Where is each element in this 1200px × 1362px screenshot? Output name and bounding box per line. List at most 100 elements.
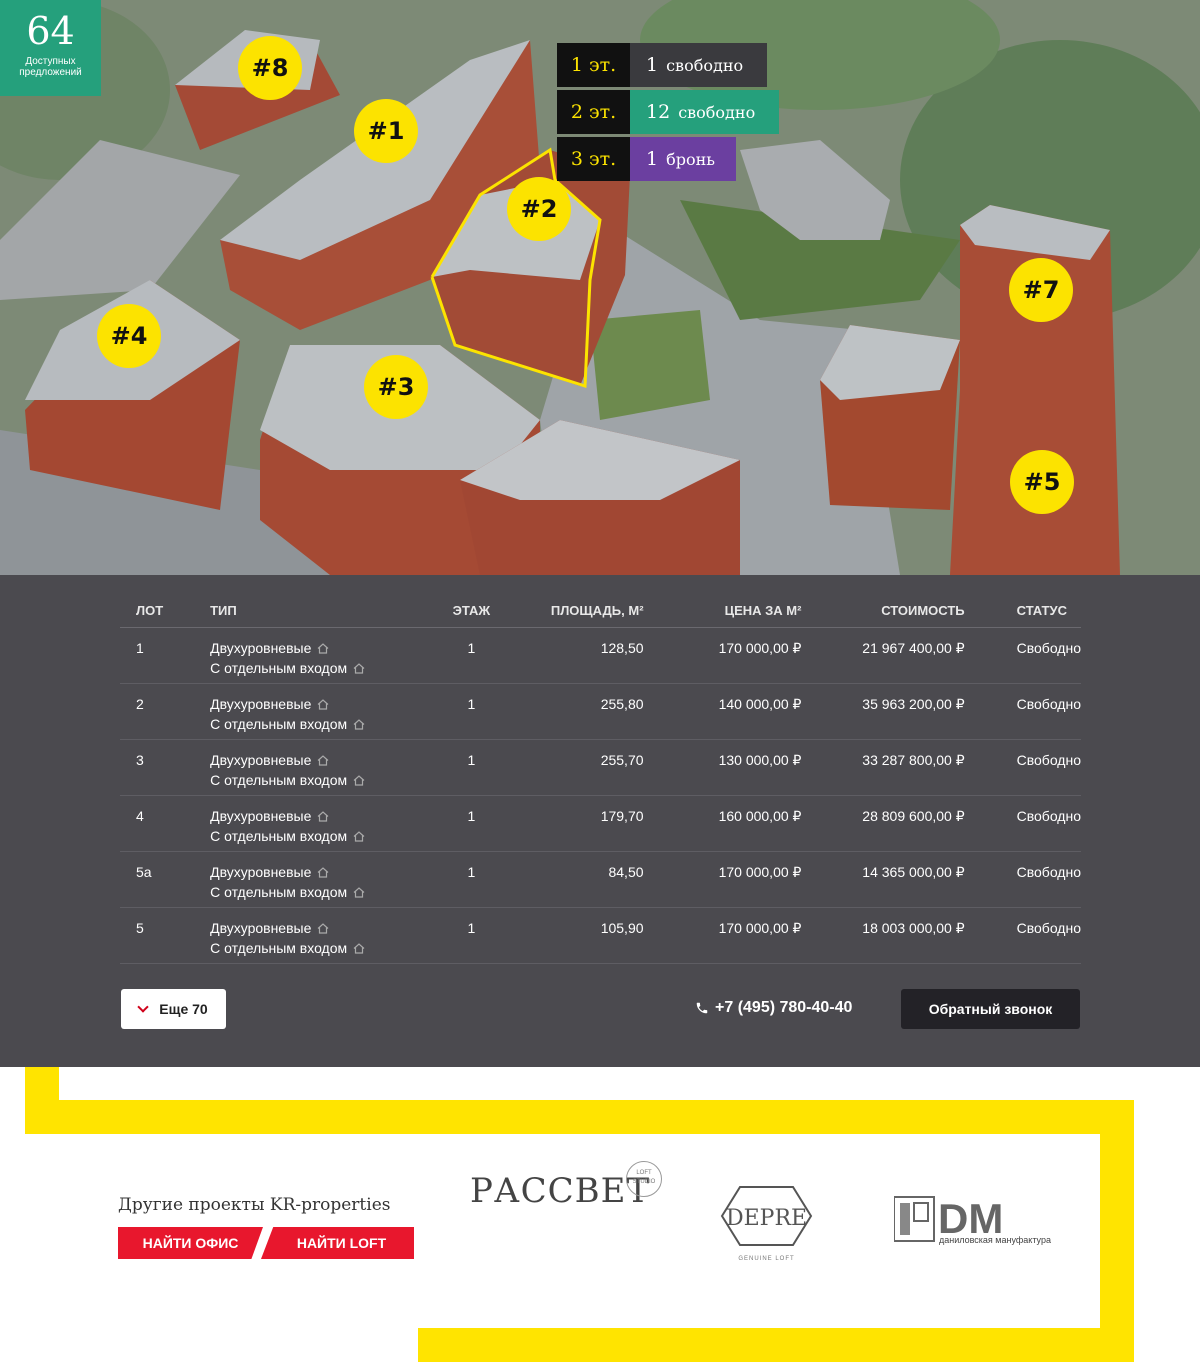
- building-marker-5[interactable]: #5: [1010, 450, 1074, 514]
- table-row[interactable]: 2 Двухуровневые С отдельным входом 1 255,80 1…: [120, 683, 1081, 740]
- cell-cost: 18 003 000,00 ₽: [801, 907, 965, 964]
- floor-row-3[interactable]: 3 эт. 1 бронь: [557, 137, 779, 181]
- floor-status: 12 свободно: [630, 90, 779, 134]
- cell-type: Двухуровневые С отдельным входом: [210, 627, 433, 684]
- type-line-2: С отдельным входом: [210, 938, 433, 958]
- cell-price: 170 000,00 ₽: [643, 627, 802, 684]
- cell-area: 84,50: [510, 851, 644, 908]
- floor-row-1[interactable]: 1 эт. 1 свободно: [557, 43, 779, 87]
- header-price[interactable]: ЦЕНА ЗА М²: [643, 598, 802, 628]
- table-row[interactable]: 5 Двухуровневые С отдельным входом 1 105,90 1…: [120, 907, 1081, 964]
- building-marker-8[interactable]: #8: [238, 36, 302, 100]
- cell-lot: 1: [120, 627, 211, 684]
- header-area[interactable]: ПЛОЩАДЬ, М²: [510, 598, 644, 628]
- cell-lot: 3: [120, 739, 211, 796]
- complex-aerial-view: 64 Доступных предложений #8 #1 #2 #7 #4 …: [0, 0, 1200, 575]
- table-row[interactable]: 4 Двухуровневые С отдельным входом 1 179,70 1…: [120, 795, 1081, 852]
- floor-row-2[interactable]: 2 эт. 12 свободно: [557, 90, 779, 134]
- type-line-1: Двухуровневые: [210, 694, 433, 714]
- entrance-icon: [353, 827, 365, 842]
- show-more-button[interactable]: Еще 70: [121, 989, 226, 1029]
- building-marker-1[interactable]: #1: [354, 99, 418, 163]
- yellow-frame-decoration: [25, 1100, 1134, 1134]
- building-marker-4[interactable]: #4: [97, 304, 161, 368]
- type-line-1: Двухуровневые: [210, 918, 433, 938]
- cell-cost: 14 365 000,00 ₽: [801, 851, 965, 908]
- cell-cost: 33 287 800,00 ₽: [801, 739, 965, 796]
- table-header-row: ЛОТ ТИП ЭТАЖ ПЛОЩАДЬ, М² ЦЕНА ЗА М² СТОИ…: [120, 598, 1081, 628]
- table-row[interactable]: 1 Двухуровневые С отдельным входом 1 128,50 1…: [120, 627, 1081, 684]
- cell-area: 105,90: [510, 907, 644, 964]
- offers-count: 64: [26, 9, 75, 53]
- cell-type: Двухуровневые С отдельным входом: [210, 907, 433, 964]
- building-marker-7[interactable]: #7: [1009, 258, 1073, 322]
- entrance-icon: [353, 883, 365, 898]
- cell-cost: 35 963 200,00 ₽: [801, 683, 965, 740]
- depre-logo[interactable]: DEPRE GENUINE LOFT: [720, 1185, 813, 1262]
- header-type[interactable]: ТИП: [210, 598, 433, 628]
- header-lot[interactable]: ЛОТ: [120, 598, 211, 628]
- type-line-1: Двухуровневые: [210, 638, 433, 658]
- cell-area: 179,70: [510, 795, 644, 852]
- duplex-icon: [317, 751, 329, 766]
- cell-status: Свободно: [964, 739, 1081, 796]
- lots-table-section: ЛОТ ТИП ЭТАЖ ПЛОЩАДЬ, М² ЦЕНА ЗА М² СТОИ…: [0, 575, 1200, 1067]
- floor-number: 1 эт.: [557, 43, 630, 87]
- building-marker-2[interactable]: #2: [507, 177, 571, 241]
- floor-status-text: свободно: [666, 55, 744, 75]
- floor-count: 1: [646, 148, 659, 170]
- cell-floor: 1: [432, 851, 511, 908]
- chevron-down-icon: [137, 1000, 149, 1013]
- cell-lot: 5: [120, 907, 211, 964]
- cell-type: Двухуровневые С отдельным входом: [210, 739, 433, 796]
- entrance-icon: [353, 659, 365, 674]
- table-row[interactable]: 5а Двухуровневые С отдельным входом 1 84,50 1…: [120, 851, 1081, 908]
- phone-link[interactable]: +7 (495) 780-40-40: [695, 999, 852, 1017]
- header-floor[interactable]: ЭТАЖ: [432, 598, 511, 628]
- other-projects-title: Другие проекты KR-properties: [118, 1195, 391, 1215]
- cell-lot: 5а: [120, 851, 211, 908]
- offers-label: Доступных предложений: [19, 56, 82, 78]
- floor-number: 3 эт.: [557, 137, 630, 181]
- depre-hexagon-icon: DEPRE: [720, 1186, 813, 1246]
- type-line-2: С отдельным входом: [210, 658, 433, 678]
- floor-count: 1: [646, 54, 659, 76]
- cell-floor: 1: [432, 627, 511, 684]
- floor-status: 1 свободно: [630, 43, 767, 87]
- duplex-icon: [317, 807, 329, 822]
- floor-availability-panel: 1 эт. 1 свободно 2 эт. 12 свободно 3 эт.…: [557, 43, 779, 184]
- cell-lot: 2: [120, 683, 211, 740]
- phone-icon: [696, 1002, 708, 1014]
- find-buttons: НАЙТИ ОФИС НАЙТИ LOFT: [118, 1227, 414, 1259]
- table-row[interactable]: 3 Двухуровневые С отдельным входом 1 255,70 1…: [120, 739, 1081, 796]
- cell-floor: 1: [432, 795, 511, 852]
- find-office-button[interactable]: НАЙТИ ОФИС: [118, 1227, 263, 1259]
- dm-logo[interactable]: DM даниловская мануфактура: [893, 1195, 1064, 1250]
- duplex-icon: [317, 919, 329, 934]
- cell-status: Свободно: [964, 851, 1081, 908]
- cell-floor: 1: [432, 683, 511, 740]
- header-status[interactable]: СТАТУС: [964, 598, 1081, 628]
- rassvet-logo[interactable]: РАССВЕТ LOFT STUDIO: [470, 1161, 662, 1211]
- cell-price: 170 000,00 ₽: [643, 851, 802, 908]
- lots-table: ЛОТ ТИП ЭТАЖ ПЛОЩАДЬ, М² ЦЕНА ЗА М² СТОИ…: [120, 598, 1081, 964]
- cell-lot: 4: [120, 795, 211, 852]
- entrance-icon: [353, 939, 365, 954]
- header-cost[interactable]: СТОИМОСТЬ: [801, 598, 965, 628]
- floor-status: 1 бронь: [630, 137, 736, 181]
- cell-area: 255,80: [510, 683, 644, 740]
- callback-button[interactable]: Обратный звонок: [901, 989, 1080, 1029]
- floor-count: 12: [646, 101, 671, 123]
- cell-floor: 1: [432, 739, 511, 796]
- floor-number: 2 эт.: [557, 90, 630, 134]
- cell-area: 255,70: [510, 739, 644, 796]
- find-loft-button[interactable]: НАЙТИ LOFT: [261, 1227, 414, 1259]
- floor-status-text: свободно: [678, 102, 756, 122]
- building-marker-3[interactable]: #3: [364, 355, 428, 419]
- cell-price: 130 000,00 ₽: [643, 739, 802, 796]
- entrance-icon: [353, 715, 365, 730]
- duplex-icon: [317, 695, 329, 710]
- depre-subtitle: GENUINE LOFT: [738, 1256, 795, 1262]
- cell-status: Свободно: [964, 795, 1081, 852]
- type-line-1: Двухуровневые: [210, 750, 433, 770]
